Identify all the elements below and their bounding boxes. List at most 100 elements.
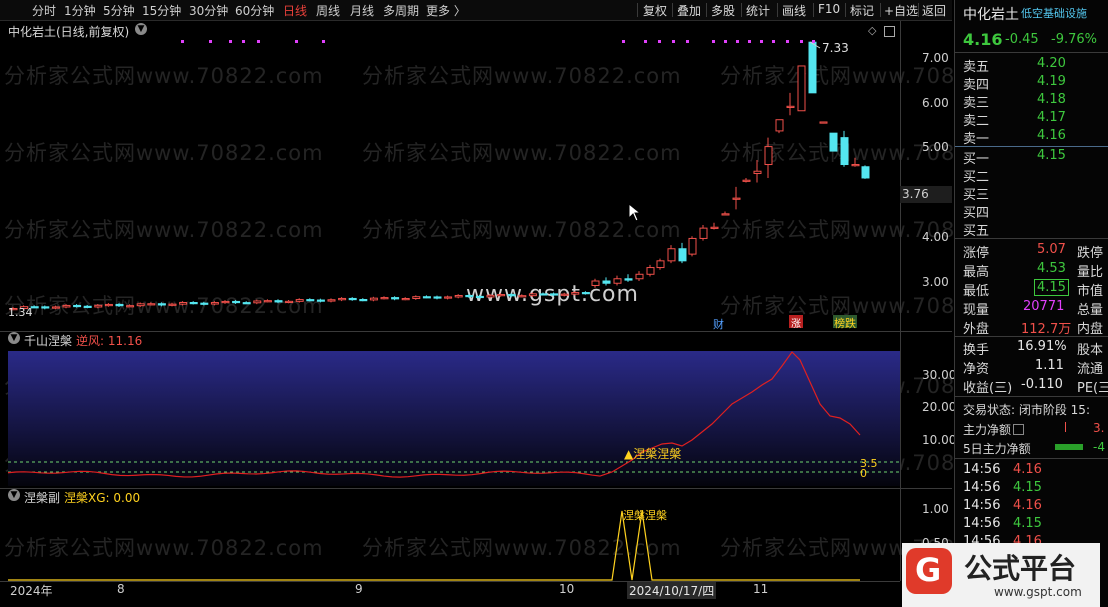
table-icon[interactable] (1013, 424, 1024, 435)
x-axis: 2024年 8 9 10 2024/10/17/四 11 (0, 581, 900, 599)
price-tick: 4.00 (922, 230, 949, 244)
toolbar-divider (845, 3, 846, 17)
candle-body (232, 300, 241, 304)
mark-button[interactable]: 标记 (850, 2, 874, 19)
candle-body (753, 170, 762, 174)
stat-label: 跌停 (1077, 246, 1104, 261)
bid-label: 买二 (963, 170, 990, 185)
candle-body (369, 297, 378, 301)
marker-ranking[interactable]: 榜跌 (833, 315, 857, 330)
candle-body (200, 302, 209, 305)
period-1min[interactable]: 1分钟 (64, 2, 96, 19)
stat-label: 净资 (963, 362, 990, 377)
candle-body (221, 300, 230, 304)
candle-body (688, 237, 697, 255)
candle-body (316, 299, 325, 302)
period-fenshi[interactable]: 分时 (32, 2, 56, 19)
ask-label: 卖五 (963, 60, 990, 75)
period-60min[interactable]: 60分钟 (235, 2, 274, 19)
price-tick: 6.00 (922, 96, 949, 110)
last-price: 4.16 (963, 30, 1003, 49)
candle-body (126, 305, 135, 308)
candle-body (454, 294, 463, 298)
candle-body (861, 166, 870, 179)
stat-label: 市值 (1077, 284, 1104, 299)
signal-dot (712, 40, 715, 43)
candle-body (742, 179, 751, 182)
main-net5-bar (1055, 444, 1083, 450)
draw-line-button[interactable]: 画线 (782, 2, 806, 19)
divider (955, 52, 1108, 53)
current-price-tag: 3.76 (900, 186, 952, 203)
period-weekly[interactable]: 周线 (316, 2, 340, 19)
candle-body (819, 121, 828, 124)
stat-value: 20771 (1023, 299, 1065, 314)
fuquan-button[interactable]: 复权 (643, 2, 667, 19)
period-30min[interactable]: 30分钟 (189, 2, 228, 19)
add-favorite-button[interactable]: +自选 (884, 2, 918, 19)
candle-body (295, 299, 304, 302)
back-button[interactable]: 返回 (922, 2, 946, 19)
candle-body (73, 304, 82, 308)
candle-body (401, 298, 410, 301)
candle-body (786, 105, 795, 108)
bid-label: 买四 (963, 206, 990, 221)
toolbar-divider (672, 3, 673, 17)
stats-button[interactable]: 统计 (746, 2, 770, 19)
indicator1-svg: 3.5 0 ▲涅槃涅槃 (7, 351, 900, 486)
stat-value: 5.07 (1037, 242, 1066, 257)
signal-dot (295, 40, 298, 43)
candle-body (306, 299, 315, 302)
price-change-pct: -9.76% (1051, 32, 1097, 47)
period-daily[interactable]: 日线 (283, 2, 307, 19)
period-multi[interactable]: 多周期 (383, 2, 419, 19)
tick-price: 4.15 (1013, 480, 1042, 495)
trade-status: 交易状态: 闭市阶段 15: (963, 403, 1090, 417)
tick-time: 14:56 (963, 516, 1001, 531)
period-5min[interactable]: 5分钟 (103, 2, 135, 19)
tick-price: 4.15 (1013, 516, 1042, 531)
candle-body (591, 280, 600, 286)
candle-body (41, 306, 50, 309)
stat-label: 收益(三) (963, 381, 1013, 396)
candle-body (507, 294, 516, 297)
signal-dot (229, 40, 232, 43)
candle-body (851, 164, 860, 167)
indicator2-scale-border (900, 489, 901, 581)
candle-body (486, 294, 495, 298)
ask-price: 4.19 (1037, 74, 1066, 89)
bid-price: 4.15 (1037, 148, 1066, 163)
period-monthly[interactable]: 月线 (350, 2, 374, 19)
candle-body (635, 273, 644, 280)
candle-body (285, 300, 294, 304)
f10-button[interactable]: F10 (818, 2, 840, 16)
ind1-tick: 10.00 (922, 433, 957, 447)
candle-body (189, 302, 198, 305)
marker-limit-up[interactable]: 涨 (789, 315, 803, 330)
candle-body (581, 292, 590, 295)
signal-dot (322, 40, 325, 43)
signal-dot (181, 40, 184, 43)
candle-body (433, 296, 442, 299)
stat-label: 涨停 (963, 246, 990, 261)
candle-body (560, 293, 569, 296)
candle-body (242, 302, 251, 305)
logo-text: 公式平台 (964, 552, 1077, 585)
toolbar-divider (918, 3, 919, 17)
multi-stock-button[interactable]: 多股 (711, 2, 735, 19)
period-more[interactable]: 更多 〉 (426, 2, 466, 19)
divider (955, 146, 1108, 147)
candle-body (348, 297, 357, 301)
candle-body (602, 280, 611, 284)
period-15min[interactable]: 15分钟 (142, 2, 181, 19)
toolbar-divider (777, 3, 778, 17)
marker-finance[interactable]: 财 (713, 316, 724, 332)
x-tick: 9 (355, 582, 363, 596)
ask-price: 4.20 (1037, 56, 1066, 71)
sector-link[interactable]: 低空基础设施 (1021, 5, 1087, 21)
candle-body (157, 303, 166, 306)
overlay-button[interactable]: 叠加 (677, 2, 701, 19)
ask-price: 4.17 (1037, 110, 1066, 125)
indicator1-scale-border (900, 332, 901, 488)
max-label: 7.33 (822, 41, 849, 55)
